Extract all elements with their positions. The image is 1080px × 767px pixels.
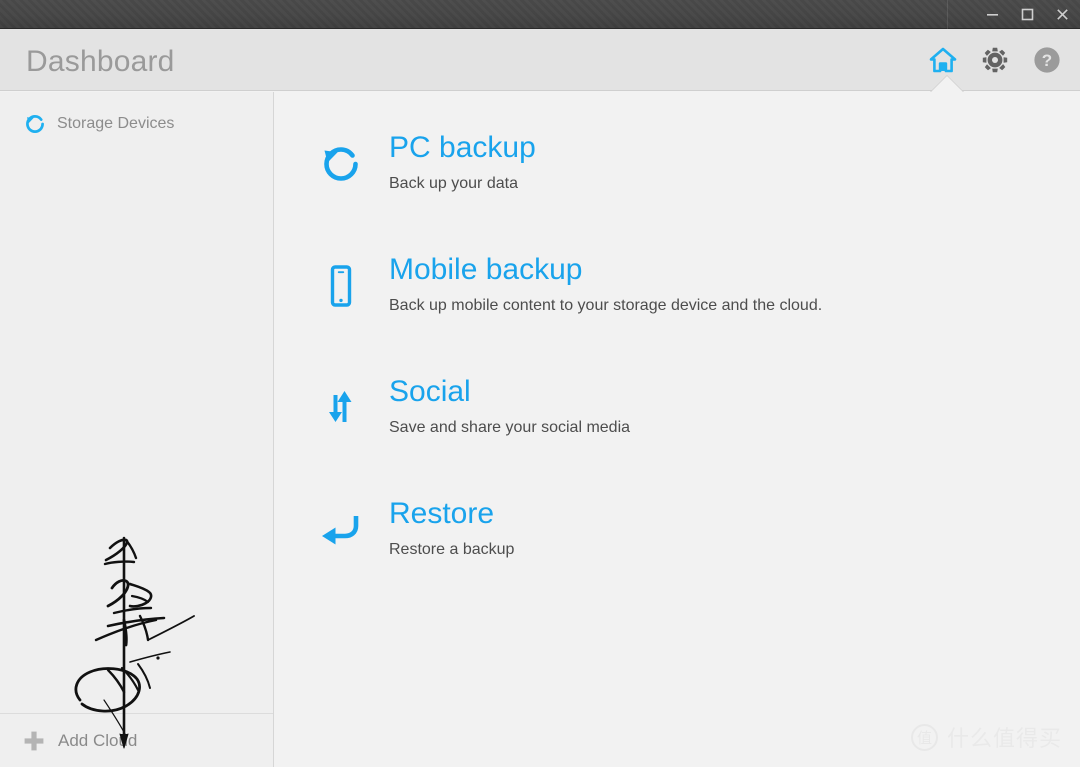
minimize-icon	[987, 14, 998, 16]
close-button[interactable]	[1045, 0, 1080, 29]
action-title: Mobile backup	[389, 253, 583, 286]
main-content: PC backup Back up your data Mobile backu…	[275, 92, 1080, 767]
home-button[interactable]	[928, 45, 958, 75]
action-texts: PC backup Back up your data	[389, 128, 536, 193]
svg-text:?: ?	[1042, 51, 1052, 70]
window-controls	[975, 0, 1080, 29]
title-bar-divider	[947, 0, 948, 29]
settings-button[interactable]	[980, 45, 1010, 75]
help-button[interactable]: ?	[1032, 45, 1062, 75]
action-title: PC backup	[389, 131, 536, 164]
action-subtitle: Back up your data	[389, 175, 518, 192]
action-list: PC backup Back up your data Mobile backu…	[275, 128, 1080, 616]
minimize-button[interactable]	[975, 0, 1010, 29]
close-icon	[1057, 9, 1068, 20]
maximize-icon	[1021, 8, 1034, 21]
action-mobile-backup[interactable]: Mobile backup Back up mobile content to …	[275, 250, 1080, 372]
action-pc-backup[interactable]: PC backup Back up your data	[275, 128, 1080, 250]
return-arrow-icon	[318, 506, 364, 554]
action-title: Social	[389, 375, 471, 408]
action-texts: Restore Restore a backup	[389, 494, 514, 559]
help-icon: ?	[1034, 47, 1060, 73]
sidebar: Storage Devices Add Cloud	[0, 92, 274, 767]
mobile-phone-icon	[318, 262, 364, 310]
sidebar-item-storage-devices[interactable]: Storage Devices	[0, 106, 273, 142]
application-window: Dashboard ? Storage Devices Add Cloud PC…	[0, 0, 1080, 767]
up-down-arrows-icon	[318, 384, 364, 432]
action-texts: Social Save and share your social media	[389, 372, 630, 437]
backup-circle-arrow-icon	[24, 113, 46, 135]
page-title: Dashboard	[26, 45, 175, 78]
action-texts: Mobile backup Back up mobile content to …	[389, 250, 822, 315]
home-icon	[929, 47, 957, 73]
plus-icon	[22, 729, 46, 753]
add-cloud-label: Add Cloud	[58, 730, 138, 750]
action-subtitle: Back up mobile content to your storage d…	[389, 297, 823, 314]
action-subtitle: Restore a backup	[389, 541, 515, 558]
gear-icon	[982, 47, 1008, 73]
title-bar	[0, 0, 1080, 29]
maximize-button[interactable]	[1010, 0, 1045, 29]
add-cloud-button[interactable]: Add Cloud	[0, 713, 273, 767]
backup-circle-arrow-icon	[318, 140, 364, 188]
sidebar-item-label: Storage Devices	[57, 115, 175, 132]
action-social[interactable]: Social Save and share your social media	[275, 372, 1080, 494]
active-tab-pointer	[931, 76, 963, 92]
action-restore[interactable]: Restore Restore a backup	[275, 494, 1080, 616]
action-title: Restore	[389, 497, 495, 530]
action-subtitle: Save and share your social media	[389, 419, 631, 436]
header-bar: Dashboard ?	[0, 29, 1080, 91]
